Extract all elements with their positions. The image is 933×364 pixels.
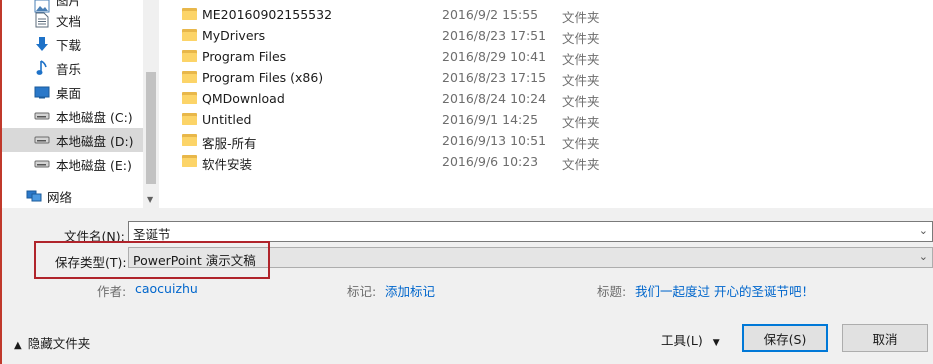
hide-folders-label: 隐藏文件夹 — [27, 336, 91, 351]
file-name: 客服-所有 — [202, 136, 257, 151]
nav-item-label: 本地磁盘 (D:) — [56, 133, 134, 149]
nav-scrollbar[interactable]: ▼ — [143, 0, 159, 208]
drive-icon — [33, 156, 50, 172]
nav-item-label: 网络 — [47, 189, 73, 205]
scrollbar-thumb[interactable] — [146, 72, 156, 184]
folder-icon — [182, 113, 197, 125]
nav-item-label: 下载 — [56, 37, 82, 53]
file-name: Program Files — [202, 49, 287, 64]
desktop-icon — [33, 84, 50, 100]
nav-item-network[interactable]: 网络 — [2, 184, 143, 208]
chevron-down-icon[interactable]: ⌄ — [919, 250, 928, 263]
nav-item-label: 桌面 — [56, 85, 82, 101]
file-row[interactable]: 客服-所有 2016/9/13 10:51 文件夹 — [159, 131, 933, 152]
file-row[interactable]: Program Files 2016/8/29 10:41 文件夹 — [159, 47, 933, 68]
music-icon — [33, 60, 50, 76]
folder-icon — [182, 71, 197, 83]
file-row[interactable]: Program Files (x86) 2016/8/23 17:15 文件夹 — [159, 68, 933, 89]
nav-item-downloads[interactable]: 下载 — [2, 32, 143, 56]
file-row[interactable]: ME20160902155532 2016/9/2 15:55 文件夹 — [159, 5, 933, 26]
nav-item-drive-e[interactable]: 本地磁盘 (E:) — [2, 152, 143, 176]
author-label: 作者: — [97, 284, 127, 299]
tools-label: 工具(L) — [661, 333, 703, 348]
title-label: 标题: — [597, 284, 627, 299]
nav-item-desktop[interactable]: 桌面 — [2, 80, 143, 104]
tags-value[interactable]: 添加标记 — [385, 281, 435, 300]
browse-area: 图片 文档 下载 音乐 桌面 本地磁盘 (C:) 本地磁盘 (D:) 本地磁盘 … — [2, 0, 933, 208]
file-name: ME20160902155532 — [202, 7, 333, 22]
folder-icon — [182, 134, 197, 146]
file-name: MyDrivers — [202, 28, 266, 43]
file-type: 文件夹 — [562, 115, 600, 130]
file-row[interactable]: QMDownload 2016/8/24 10:24 文件夹 — [159, 89, 933, 110]
nav-item-label: 文档 — [56, 13, 82, 29]
file-type: 文件夹 — [562, 157, 600, 172]
highlight-box — [34, 241, 270, 279]
file-list: ME20160902155532 2016/9/2 15:55 文件夹 MyDr… — [159, 0, 933, 208]
filename-value: 圣诞节 — [133, 227, 171, 242]
folder-icon — [182, 155, 197, 167]
tools-menu[interactable]: 工具(L) ▼ — [661, 330, 720, 349]
hide-folders-toggle[interactable]: ▲ 隐藏文件夹 — [14, 333, 90, 352]
author-value[interactable]: caocuizhu — [135, 281, 198, 296]
file-type: 文件夹 — [562, 94, 600, 109]
file-name: 软件安装 — [202, 157, 253, 172]
nav-item-music[interactable]: 音乐 — [2, 56, 143, 80]
chevron-up-icon: ▲ — [14, 340, 22, 351]
folder-icon — [182, 92, 197, 104]
drive-icon — [33, 132, 50, 148]
tags-label: 标记: — [347, 284, 377, 299]
file-type: 文件夹 — [562, 52, 600, 67]
nav-item-drive-d[interactable]: 本地磁盘 (D:) — [2, 128, 143, 152]
chevron-down-icon: ▼ — [712, 338, 720, 348]
file-row[interactable]: 软件安装 2016/9/6 10:23 文件夹 — [159, 152, 933, 173]
nav-item-label: 本地磁盘 (E:) — [56, 157, 132, 173]
file-name: Untitled — [202, 112, 252, 127]
file-date: 2016/9/2 15:55 — [442, 7, 539, 22]
file-date: 2016/9/6 10:23 — [442, 154, 539, 169]
nav-item-label: 本地磁盘 (C:) — [56, 109, 133, 125]
file-type: 文件夹 — [562, 31, 600, 46]
nav-item-documents[interactable]: 文档 — [2, 8, 143, 32]
title-value[interactable]: 我们一起度过 开心的圣诞节吧！ — [635, 281, 814, 300]
scroll-down-arrow-icon[interactable]: ▼ — [147, 195, 153, 204]
file-row[interactable]: Untitled 2016/9/1 14:25 文件夹 — [159, 110, 933, 131]
file-name: Program Files (x86) — [202, 70, 324, 85]
file-date: 2016/8/23 17:15 — [442, 70, 547, 85]
file-type: 文件夹 — [562, 10, 600, 25]
drive-icon — [33, 108, 50, 124]
file-date: 2016/9/13 10:51 — [442, 133, 547, 148]
file-date: 2016/9/1 14:25 — [442, 112, 539, 127]
filename-input[interactable]: 圣诞节 ⌄ — [128, 221, 933, 242]
network-icon — [25, 188, 42, 204]
navigation-pane[interactable]: 图片 文档 下载 音乐 桌面 本地磁盘 (C:) 本地磁盘 (D:) 本地磁盘 … — [2, 0, 143, 208]
file-type: 文件夹 — [562, 73, 600, 88]
chevron-down-icon[interactable]: ⌄ — [919, 224, 928, 237]
file-date: 2016/8/29 10:41 — [442, 49, 547, 64]
file-date: 2016/8/24 10:24 — [442, 91, 547, 106]
folder-icon — [182, 29, 197, 41]
file-date: 2016/8/23 17:51 — [442, 28, 547, 43]
nav-item-drive-c[interactable]: 本地磁盘 (C:) — [2, 104, 143, 128]
save-button[interactable]: 保存(S) — [742, 324, 828, 352]
cancel-button[interactable]: 取消 — [842, 324, 928, 352]
download-icon — [33, 36, 50, 52]
folder-icon — [182, 8, 197, 20]
folder-icon — [182, 50, 197, 62]
file-row[interactable]: MyDrivers 2016/8/23 17:51 文件夹 — [159, 26, 933, 47]
file-name: QMDownload — [202, 91, 285, 106]
documents-icon — [33, 12, 50, 28]
file-type: 文件夹 — [562, 136, 600, 151]
nav-item-label: 音乐 — [56, 61, 82, 77]
